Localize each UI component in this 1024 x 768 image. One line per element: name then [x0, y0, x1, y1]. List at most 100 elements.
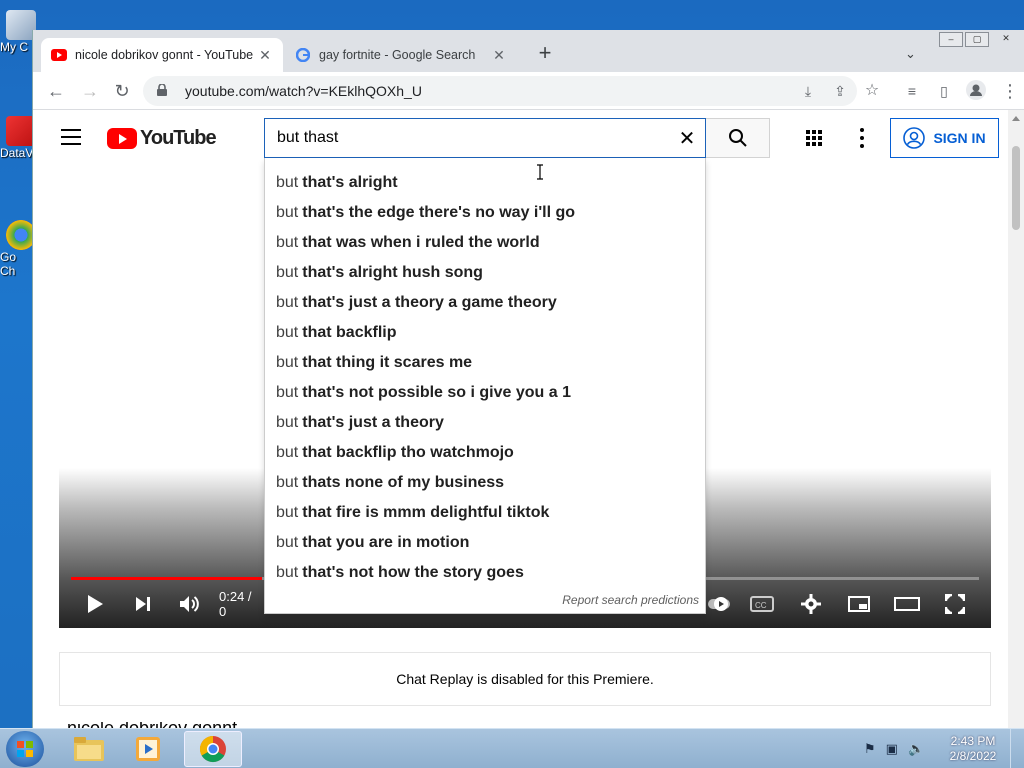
suggestion-completion-text: that backflip: [302, 324, 397, 341]
suggestion-typed-text: but: [276, 504, 299, 521]
tab-close-icon[interactable]: ✕: [257, 47, 273, 64]
search-suggestion-item[interactable]: but that's the edge there's no way i'll g…: [265, 198, 705, 228]
search-suggestions-dropdown: but that's alright but that's the edge ther…: [264, 158, 706, 614]
next-video-button[interactable]: [131, 592, 155, 616]
search-suggestion-item[interactable]: but that's not possible so i give you a 1: [265, 378, 705, 408]
search-suggestion-item[interactable]: but that's just a theory: [265, 408, 705, 438]
desktop-icon-label: DataV: [0, 146, 34, 160]
taskbar-explorer[interactable]: [60, 731, 118, 767]
tab-youtube[interactable]: nicole dobrikov gonnt - YouTube ✕: [41, 38, 283, 72]
suggestion-typed-text: but: [276, 294, 299, 311]
search-button[interactable]: [706, 118, 770, 158]
new-tab-button[interactable]: +: [533, 42, 557, 66]
suggestion-typed-text: but: [276, 204, 299, 221]
tab-google-search[interactable]: gay fortnite - Google Search ✕: [285, 38, 517, 72]
address-bar[interactable]: youtube.com/watch?v=KEklhQOXh_U: [143, 76, 857, 106]
taskbar-chrome[interactable]: [184, 731, 242, 767]
svg-text:CC: CC: [755, 601, 767, 610]
search-suggestion-item[interactable]: but that's not how the story goes: [265, 558, 705, 588]
media-control-icon[interactable]: ≡: [901, 80, 923, 102]
taskbar-media-player[interactable]: [120, 731, 178, 767]
gear-icon: [801, 594, 821, 614]
scrollbar-thumb[interactable]: [1012, 146, 1020, 230]
sign-in-button[interactable]: SIGN IN: [890, 118, 999, 158]
suggestion-typed-text: but: [276, 174, 299, 191]
side-panel-icon[interactable]: ▯: [933, 80, 955, 102]
autoplay-toggle[interactable]: [707, 592, 731, 616]
suggestion-typed-text: but: [276, 384, 299, 401]
settings-button[interactable]: [799, 592, 823, 616]
search-suggestion-item[interactable]: but that's just a theory a game theory: [265, 288, 705, 318]
desktop-icon-computer[interactable]: My C: [0, 10, 36, 54]
forward-button[interactable]: →: [79, 80, 101, 102]
search-icon: [728, 129, 747, 147]
tab-search-chevron-icon[interactable]: ⌄: [905, 46, 921, 62]
play-icon: [88, 595, 103, 613]
bookmark-star-icon[interactable]: ☆: [861, 80, 883, 102]
folder-icon: [74, 737, 104, 761]
desktop-icon-label: My C: [0, 40, 28, 54]
tab-strip: nicole dobrikov gonnt - YouTube ✕ gay fo…: [33, 30, 1024, 72]
suggestion-completion-text: that backflip tho watchmojo: [302, 444, 514, 461]
windows-taskbar: ⚑ ▣ 🔈 2:43 PM 2/8/2022: [0, 728, 1024, 768]
youtube-logo[interactable]: YouTube: [107, 127, 217, 150]
search-suggestion-item[interactable]: but that was when i ruled the world: [265, 228, 705, 258]
search-suggestion-item[interactable]: but that thing it scares me: [265, 348, 705, 378]
action-center-flag-icon[interactable]: ⚑: [864, 741, 876, 757]
sign-in-label: SIGN IN: [933, 130, 986, 146]
suggestion-typed-text: but: [276, 264, 299, 281]
desktop-icon-chrome[interactable]: Go Ch: [0, 220, 36, 278]
text-cursor-icon: [537, 164, 543, 180]
theater-mode-button[interactable]: [893, 592, 921, 616]
suggestion-completion-text: that's alright: [302, 174, 398, 191]
clear-search-icon[interactable]: ✕: [669, 126, 705, 151]
search-input[interactable]: but thast ✕: [264, 118, 706, 158]
chat-replay-box: Chat Replay is disabled for this Premier…: [59, 652, 991, 706]
scroll-up-arrow-icon[interactable]: [1012, 116, 1020, 121]
suggestion-typed-text: but: [276, 324, 299, 341]
search-suggestion-item[interactable]: but that's alright: [265, 168, 705, 198]
clock-date: 2/8/2022: [949, 749, 997, 763]
maximize-button[interactable]: ▢: [965, 32, 989, 47]
search-suggestion-item[interactable]: but that backflip: [265, 318, 705, 348]
suggestion-completion-text: that's just a theory a game theory: [302, 294, 557, 311]
profile-avatar-icon[interactable]: [965, 80, 987, 102]
back-button[interactable]: ←: [45, 80, 67, 102]
theater-mode-icon: [894, 597, 920, 611]
suggestions-list: but that's alright but that's the edge ther…: [265, 168, 705, 588]
apps-grid-icon[interactable]: [806, 130, 822, 146]
page-scrollbar[interactable]: [1008, 110, 1024, 728]
taskbar-clock[interactable]: 2:43 PM 2/8/2022: [944, 734, 1002, 764]
fullscreen-button[interactable]: [943, 592, 967, 616]
search-suggestion-item[interactable]: but that backflip tho watchmojo: [265, 438, 705, 468]
desktop-icon-datav[interactable]: DataV: [0, 116, 36, 160]
start-button[interactable]: [6, 731, 44, 767]
minimize-button[interactable]: –: [939, 32, 963, 47]
suggestion-completion-text: that's just a theory: [302, 414, 444, 431]
search-suggestion-item[interactable]: but that you are in motion: [265, 528, 705, 558]
reload-button[interactable]: ↻: [111, 80, 133, 102]
report-search-predictions-link[interactable]: Report search predictions: [562, 593, 699, 607]
miniplayer-button[interactable]: [847, 592, 871, 616]
suggestion-completion-text: that's not possible so i give you a 1: [302, 384, 571, 401]
chrome-menu-icon[interactable]: ⋮: [999, 80, 1021, 102]
search-suggestion-item[interactable]: but that fire is mmm delightful tiktok: [265, 498, 705, 528]
close-window-button[interactable]: ✕: [991, 32, 1021, 47]
search-suggestion-item[interactable]: but that's alright hush song: [265, 258, 705, 288]
subtitles-button[interactable]: CC: [749, 592, 775, 616]
volume-button[interactable]: [177, 592, 203, 616]
play-button[interactable]: [83, 592, 107, 616]
suggestion-completion-text: that thing it scares me: [302, 354, 473, 371]
install-app-icon[interactable]: ⤓: [797, 80, 819, 102]
speaker-icon[interactable]: 🔈: [908, 741, 924, 757]
lock-icon: [157, 83, 171, 99]
network-icon[interactable]: ▣: [886, 741, 898, 757]
settings-more-icon[interactable]: [860, 128, 864, 148]
windows-logo-icon: [17, 741, 33, 757]
autoplay-icon: [708, 597, 730, 611]
show-desktop-button[interactable]: [1010, 729, 1024, 768]
search-suggestion-item[interactable]: but thats none of my business: [265, 468, 705, 498]
tab-close-icon[interactable]: ✕: [491, 47, 507, 64]
hamburger-menu-icon[interactable]: [61, 129, 81, 145]
share-icon[interactable]: ⇪: [829, 80, 851, 102]
